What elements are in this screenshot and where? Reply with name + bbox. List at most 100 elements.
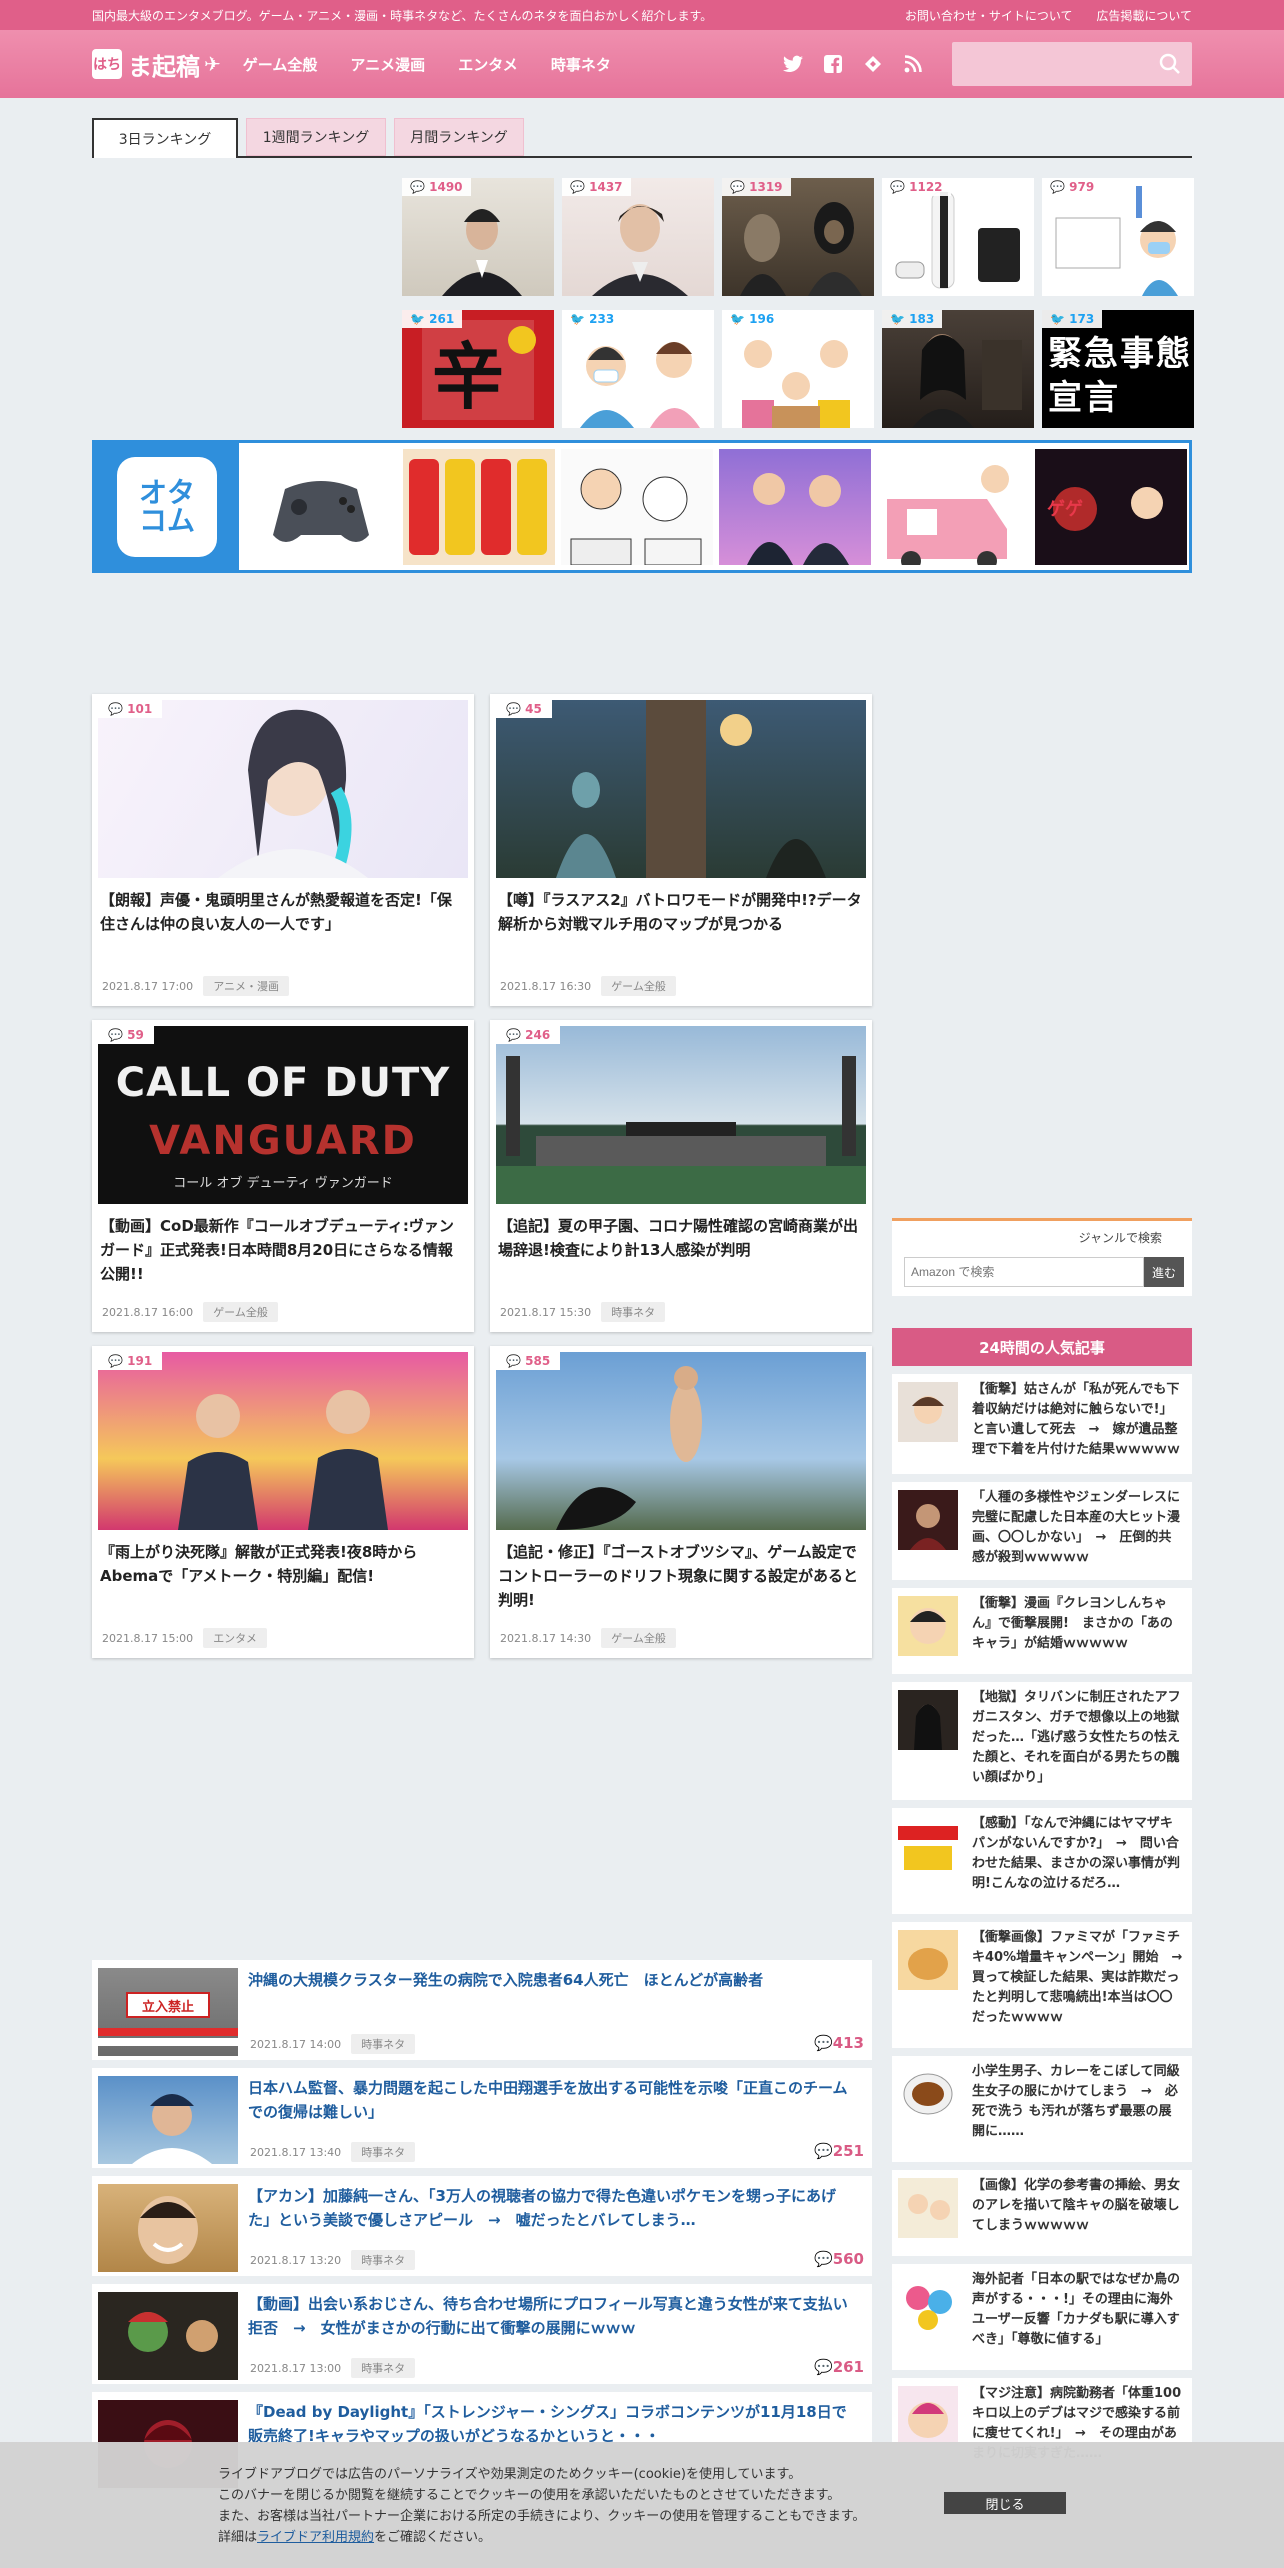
category-tag[interactable]: 時事ネタ bbox=[351, 2358, 416, 2378]
category-tag[interactable]: ゲーム全般 bbox=[601, 976, 676, 996]
cookie-close-button[interactable]: 閉じる bbox=[944, 2492, 1066, 2514]
nav-item-game[interactable]: ゲーム全般 bbox=[243, 56, 318, 74]
article-card[interactable]: 💬 45 【噂】『ラスアス2』バトロワモードが開発中!?データ解析から対戦マルチ… bbox=[490, 694, 872, 1006]
popular-item[interactable]: 小学生男子、カレーをこぼして同級生女子の服にかけてしまう → 必死で洗う も汚れ… bbox=[892, 2056, 1192, 2162]
popular-heading: 24時間の人気記事 bbox=[892, 1328, 1192, 1366]
popular-item[interactable]: 【衝撃画像】ファミマが「ファミチキ40%増量キャンペーン」開始 → 買って検証し… bbox=[892, 1922, 1196, 2048]
article-card[interactable]: 💬 101 【朗報】声優・鬼頭明里さんが熱愛報道を否定!「保住さんは仲の良い友人… bbox=[92, 694, 474, 1006]
advertise-link[interactable]: 広告掲載について bbox=[1096, 9, 1192, 23]
ranking-thumb[interactable]: 🐦 233 bbox=[562, 310, 714, 428]
popular-title: 【感動】「なんで沖縄にはヤマザキパンがないんですか?」 → 問い合わせた結果、ま… bbox=[972, 1816, 1181, 1891]
article-image bbox=[496, 700, 866, 878]
list-item[interactable]: 【動画】出会い系おじさん、待ち合わせ場所にプロフィール写真と違う女性が来て支払い… bbox=[92, 2284, 872, 2384]
cookie-line: 詳細はライブドア利用規約をご確認ください。 bbox=[218, 2530, 492, 2545]
popular-item[interactable]: 海外記者「日本の駅ではなぜか鳥の声がする・・・!」その理由に海外ユーザー反響「カ… bbox=[892, 2264, 1192, 2370]
ranking-tabs: 3日ランキング 1週間ランキング 月間ランキング bbox=[92, 118, 1192, 158]
popular-title: 小学生男子、カレーをこぼして同級生女子の服にかけてしまう → 必死で洗う も汚れ… bbox=[972, 2064, 1180, 2139]
category-tag[interactable]: アニメ・漫画 bbox=[203, 976, 289, 996]
social-links bbox=[764, 53, 924, 75]
facebook-icon[interactable] bbox=[822, 53, 844, 75]
article-title[interactable]: 『雨上がり決死隊』解散が正式発表!夜8時からAbemaで「アメトーク・特別編」配… bbox=[100, 1540, 466, 1588]
emergency-text: 緊急事態宣言 bbox=[1048, 334, 1192, 418]
article-date: 2021.8.17 16:00 bbox=[102, 1305, 194, 1319]
amazon-genre-label[interactable]: ジャンルで検索 bbox=[1079, 1229, 1162, 1246]
popular-item[interactable]: 【衝撃】姑さんが「私が死んでも下着収納だけは絶対に触らないで!」と言い遺して死去… bbox=[892, 1374, 1192, 1474]
ranking-thumb[interactable]: 緊急事態宣言 🐦 173 bbox=[1042, 310, 1194, 428]
category-tag[interactable]: ゲーム全般 bbox=[601, 1628, 676, 1648]
popular-title: 【衝撃画像】ファミマが「ファミチキ40%増量キャンペーン」開始 → 買って検証し… bbox=[972, 1930, 1196, 2025]
ranking-thumb[interactable]: 💬 1490 bbox=[402, 178, 554, 296]
article-card[interactable]: 💬 246 【追記】夏の甲子園、コロナ陽性確認の宮崎商業が出場辞退!検査により計… bbox=[490, 1020, 872, 1332]
article-card[interactable]: 💬 191 『雨上がり決死隊』解散が正式発表!夜8時からAbemaで「アメトーク… bbox=[92, 1346, 474, 1658]
tweet-count-badge: 🐦 173 bbox=[1042, 310, 1103, 328]
svg-text:辛: 辛 bbox=[432, 335, 504, 419]
list-meta: 2021.8.17 13:00 時事ネタ bbox=[250, 2358, 416, 2378]
tab-3day[interactable]: 3日ランキング bbox=[92, 118, 238, 158]
otacom-app-icon: オタコム bbox=[95, 443, 239, 570]
category-tag[interactable]: 時事ネタ bbox=[351, 2034, 416, 2054]
popular-item[interactable]: 【衝撃】漫画『クレヨンしんちゃん』で衝撃展開! まさかの「あのキャラ」が結婚ｗｗ… bbox=[892, 1588, 1192, 1674]
article-title[interactable]: 【噂】『ラスアス2』バトロワモードが開発中!?データ解析から対戦マルチ用のマップ… bbox=[498, 888, 864, 936]
list-date: 2021.8.17 14:00 bbox=[250, 2037, 342, 2051]
contact-link[interactable]: お問い合わせ・サイトについて bbox=[905, 9, 1073, 23]
nav-item-news[interactable]: 時事ネタ bbox=[551, 56, 611, 74]
ranking-thumb[interactable]: 💬 1122 bbox=[882, 178, 1034, 296]
ranking-thumb[interactable]: 💬 979 bbox=[1042, 178, 1194, 296]
category-tag[interactable]: エンタメ bbox=[203, 1628, 267, 1648]
site-logo[interactable]: はち ま起稿 ✈ bbox=[92, 47, 221, 82]
cookie-text: ライブドアブログでは広告のパーソナライズや効果測定のためクッキー(cookie)… bbox=[218, 2464, 938, 2548]
popular-title: 【衝撃】姑さんが「私が死んでも下着収納だけは絶対に触らないで!」と言い遺して死去… bbox=[972, 1382, 1181, 1457]
popular-item[interactable]: 【感動】「なんで沖縄にはヤマザキパンがないんですか?」 → 問い合わせた結果、ま… bbox=[892, 1808, 1192, 1914]
ranking-thumb[interactable]: 🐦 196 bbox=[722, 310, 874, 428]
ranking-thumb[interactable]: 💬 1319 bbox=[722, 178, 874, 296]
amazon-go-button[interactable]: 進む bbox=[1144, 1257, 1184, 1287]
amazon-search-input[interactable] bbox=[904, 1257, 1144, 1287]
article-title[interactable]: 【追記・修正】『ゴーストオブツシマ』、ゲーム設定でコントローラーのドリフト現象に… bbox=[498, 1540, 864, 1612]
comment-count: 💬261 bbox=[814, 2358, 864, 2376]
popular-item[interactable]: 【地獄】タリバンに制圧されたアフガニスタン、ガチで想像以上の地獄だった…「逃げ惑… bbox=[892, 1682, 1192, 1800]
popular-thumb bbox=[898, 1690, 958, 1750]
list-item[interactable]: 日本ハム監督、暴力問題を起こした中田翔選手を放出する可能性を示唆「正直このチーム… bbox=[92, 2068, 872, 2168]
list-item[interactable]: 【アカン】加藤純一さん、「3万人の視聴者の協力で得た色違いポケモンを甥っ子にあげ… bbox=[92, 2176, 872, 2276]
popular-title: 海外記者「日本の駅ではなぜか鳥の声がする・・・!」その理由に海外ユーザー反響「カ… bbox=[972, 2272, 1181, 2347]
article-title[interactable]: 【朗報】声優・鬼頭明里さんが熱愛報道を否定!「保住さんは仲の良い友人の一人です」 bbox=[100, 888, 466, 936]
ranking-thumb[interactable]: 辛 🐦 261 bbox=[402, 310, 554, 428]
svg-text:ゲゲ: ゲゲ bbox=[1047, 498, 1083, 520]
tweet-count-badge: 🐦 233 bbox=[562, 310, 623, 328]
comment-count-badge: 💬 101 bbox=[98, 700, 163, 718]
popular-thumb bbox=[898, 1930, 958, 1990]
ranking-thumb[interactable]: 💬 1437 bbox=[562, 178, 714, 296]
popular-title: 【画像】化学の参考書の挿絵、男女のアレを描いて陰キャの脳を破壊してしまうｗｗｗｗ… bbox=[972, 2178, 1181, 2233]
article-title[interactable]: 【追記】夏の甲子園、コロナ陽性確認の宮崎商業が出場辞退!検査により計13人感染が… bbox=[498, 1214, 864, 1262]
rss-icon[interactable] bbox=[902, 53, 924, 75]
category-tag[interactable]: 時事ネタ bbox=[351, 2142, 416, 2162]
popular-item[interactable]: 「人種の多様性やジェンダーレスに完璧に配慮した日本産の大ヒット漫画、〇〇しかない… bbox=[892, 1482, 1192, 1580]
otacom-banner[interactable]: オタコム ゲゲ bbox=[92, 440, 1192, 573]
search-input[interactable] bbox=[952, 42, 1192, 86]
article-image bbox=[496, 1352, 866, 1530]
feedly-icon[interactable] bbox=[862, 53, 884, 75]
terms-link[interactable]: ライブドア利用規約 bbox=[257, 2530, 374, 2545]
category-tag[interactable]: 時事ネタ bbox=[351, 2250, 416, 2270]
category-tag[interactable]: 時事ネタ bbox=[601, 1302, 666, 1322]
nav-item-entame[interactable]: エンタメ bbox=[458, 56, 518, 74]
popular-title: 【衝撃】漫画『クレヨンしんちゃん』で衝撃展開! まさかの「あのキャラ」が結婚ｗｗ… bbox=[972, 1596, 1173, 1651]
tab-1week[interactable]: 1週間ランキング bbox=[246, 118, 386, 156]
search-icon[interactable] bbox=[1158, 52, 1182, 76]
nav-item-anime[interactable]: アニメ漫画 bbox=[350, 56, 425, 74]
tab-month[interactable]: 月間ランキング bbox=[394, 118, 524, 156]
article-card[interactable]: 💬 585 【追記・修正】『ゴーストオブツシマ』、ゲーム設定でコントローラーのド… bbox=[490, 1346, 872, 1658]
popular-item[interactable]: 【画像】化学の参考書の挿絵、男女のアレを描いて陰キャの脳を破壊してしまうｗｗｗｗ… bbox=[892, 2170, 1192, 2256]
article-meta: 2021.8.17 16:30 ゲーム全般 bbox=[500, 976, 676, 996]
article-image bbox=[98, 700, 468, 878]
logo-text: ま起稿 bbox=[128, 52, 200, 81]
popular-thumb bbox=[898, 2272, 958, 2332]
ranking-thumb[interactable]: 🐦 183 bbox=[882, 310, 1034, 428]
category-tag[interactable]: ゲーム全般 bbox=[203, 1302, 278, 1322]
popular-articles: 24時間の人気記事 【衝撃】姑さんが「私が死んでも下着収納だけは絶対に触らないで… bbox=[892, 1328, 1195, 2484]
article-date: 2021.8.17 15:00 bbox=[102, 1631, 194, 1645]
list-item[interactable]: 立入禁止 沖縄の大規模クラスター発生の病院で入院患者64人死亡 ほとんどが高齢者… bbox=[92, 1960, 872, 2060]
article-card[interactable]: CALL OF DUTY VANGUARD コール オブ デューティ ヴァンガー… bbox=[92, 1020, 474, 1332]
twitter-icon[interactable] bbox=[782, 53, 804, 75]
article-title[interactable]: 【動画】CoD最新作『コールオブデューティ:ヴァンガード』正式発表!日本時間8月… bbox=[100, 1214, 466, 1286]
